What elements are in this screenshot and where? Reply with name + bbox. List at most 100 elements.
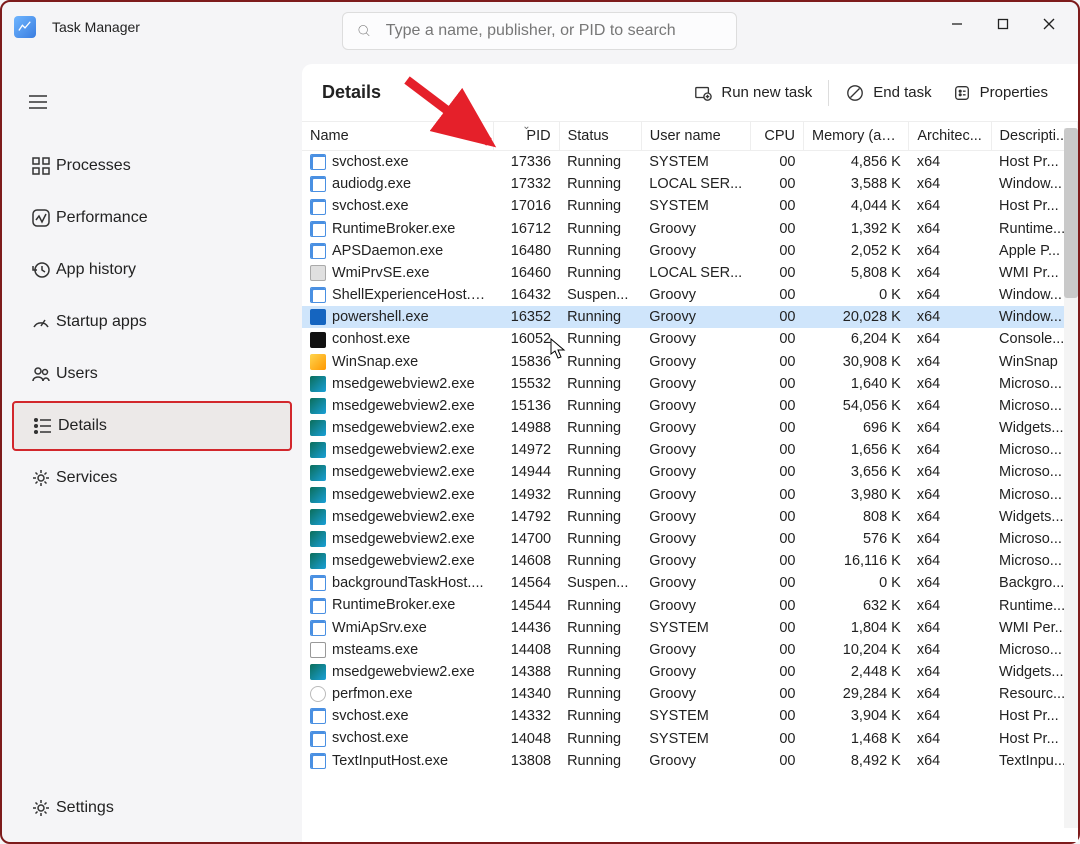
table-row[interactable]: msedgewebview2.exe14988RunningGroovy0069… xyxy=(302,417,1078,439)
cell-user: Groovy xyxy=(641,639,751,661)
properties-button[interactable]: Properties xyxy=(942,77,1058,109)
table-row[interactable]: msedgewebview2.exe14700RunningGroovy0057… xyxy=(302,528,1078,550)
table-row[interactable]: TextInputHost.exe13808RunningGroovy008,4… xyxy=(302,750,1078,772)
toolbar: Details Run new task End task Properties xyxy=(302,64,1078,122)
cell-arch: x64 xyxy=(909,240,991,262)
table-row[interactable]: perfmon.exe14340RunningGroovy0029,284 Kx… xyxy=(302,683,1078,705)
cell-memory: 6,204 K xyxy=(804,328,909,350)
search-box[interactable] xyxy=(342,12,737,50)
cell-status: Running xyxy=(559,306,641,328)
table-row[interactable]: msedgewebview2.exe14608RunningGroovy0016… xyxy=(302,550,1078,572)
table-row[interactable]: WinSnap.exe15836RunningGroovy0030,908 Kx… xyxy=(302,351,1078,373)
table-row[interactable]: WmiPrvSE.exe16460RunningLOCAL SER...005,… xyxy=(302,262,1078,284)
cell-name: msedgewebview2.exe xyxy=(302,528,494,550)
table-row[interactable]: svchost.exe14048RunningSYSTEM001,468 Kx6… xyxy=(302,727,1078,749)
cell-name: svchost.exe xyxy=(302,195,494,217)
table-row[interactable]: msedgewebview2.exe14972RunningGroovy001,… xyxy=(302,439,1078,461)
col-name[interactable]: Name xyxy=(302,122,494,151)
button-label: Properties xyxy=(980,84,1048,101)
cell-pid: 16480 xyxy=(494,240,559,262)
app-title: Task Manager xyxy=(52,19,140,35)
run-icon xyxy=(693,83,713,103)
col-memory[interactable]: Memory (ac... xyxy=(804,122,909,151)
table-row[interactable]: msteams.exe14408RunningGroovy0010,204 Kx… xyxy=(302,639,1078,661)
cell-arch: x64 xyxy=(909,351,991,373)
cell-name: msedgewebview2.exe xyxy=(302,550,494,572)
cell-cpu: 00 xyxy=(751,639,804,661)
cell-pid: 14388 xyxy=(494,661,559,683)
sidebar-item-processes[interactable]: Processes xyxy=(12,141,292,191)
search-input[interactable] xyxy=(386,22,722,40)
cell-cpu: 00 xyxy=(751,262,804,284)
cell-pid: 16712 xyxy=(494,218,559,240)
sidebar-item-services[interactable]: Services xyxy=(12,453,292,503)
process-icon xyxy=(310,531,326,547)
sidebar-item-settings[interactable]: Settings xyxy=(12,783,292,833)
sidebar-item-label: Services xyxy=(56,469,117,487)
cell-user: Groovy xyxy=(641,306,751,328)
cell-cpu: 00 xyxy=(751,705,804,727)
table-row[interactable]: audiodg.exe17332RunningLOCAL SER...003,5… xyxy=(302,173,1078,195)
cell-pid: 14932 xyxy=(494,484,559,506)
cell-user: Groovy xyxy=(641,750,751,772)
end-task-button[interactable]: End task xyxy=(835,77,941,109)
scrollbar-thumb[interactable] xyxy=(1064,128,1078,298)
search-icon xyxy=(357,23,372,39)
col-cpu[interactable]: CPU xyxy=(751,122,804,151)
cell-memory: 1,640 K xyxy=(804,373,909,395)
cell-name: backgroundTaskHost.... xyxy=(302,572,494,594)
cell-name: svchost.exe xyxy=(302,705,494,727)
process-icon xyxy=(310,420,326,436)
table-row[interactable]: svchost.exe17336RunningSYSTEM004,856 Kx6… xyxy=(302,151,1078,174)
cell-arch: x64 xyxy=(909,439,991,461)
cell-arch: x64 xyxy=(909,395,991,417)
cell-name: RuntimeBroker.exe xyxy=(302,594,494,616)
table-row[interactable]: msedgewebview2.exe15136RunningGroovy0054… xyxy=(302,395,1078,417)
table-row[interactable]: svchost.exe14332RunningSYSTEM003,904 Kx6… xyxy=(302,705,1078,727)
cell-cpu: 00 xyxy=(751,351,804,373)
table-row[interactable]: svchost.exe17016RunningSYSTEM004,044 Kx6… xyxy=(302,195,1078,217)
table-row[interactable]: WmiApSrv.exe14436RunningSYSTEM001,804 Kx… xyxy=(302,617,1078,639)
col-status[interactable]: Status xyxy=(559,122,641,151)
table-row[interactable]: msedgewebview2.exe14944RunningGroovy003,… xyxy=(302,461,1078,483)
sidebar-item-startup[interactable]: Startup apps xyxy=(12,297,292,347)
cell-user: Groovy xyxy=(641,351,751,373)
table-row[interactable]: ShellExperienceHost.e...16432Suspen...Gr… xyxy=(302,284,1078,306)
maximize-button[interactable] xyxy=(980,6,1026,42)
cell-status: Running xyxy=(559,218,641,240)
table-row[interactable]: msedgewebview2.exe14932RunningGroovy003,… xyxy=(302,484,1078,506)
sidebar-item-users[interactable]: Users xyxy=(12,349,292,399)
cell-name: msteams.exe xyxy=(302,639,494,661)
cell-user: Groovy xyxy=(641,594,751,616)
col-arch[interactable]: Architec... xyxy=(909,122,991,151)
process-icon xyxy=(310,176,326,192)
table-row[interactable]: powershell.exe16352RunningGroovy0020,028… xyxy=(302,306,1078,328)
cell-cpu: 00 xyxy=(751,484,804,506)
cell-cpu: 00 xyxy=(751,439,804,461)
cell-user: Groovy xyxy=(641,240,751,262)
cell-pid: 14988 xyxy=(494,417,559,439)
table-row[interactable]: msedgewebview2.exe15532RunningGroovy001,… xyxy=(302,373,1078,395)
table-row[interactable]: APSDaemon.exe16480RunningGroovy002,052 K… xyxy=(302,240,1078,262)
col-pid[interactable]: PID⌄ xyxy=(494,122,559,151)
cell-memory: 20,028 K xyxy=(804,306,909,328)
cell-user: Groovy xyxy=(641,395,751,417)
sidebar-item-details[interactable]: Details xyxy=(12,401,292,451)
run-new-task-button[interactable]: Run new task xyxy=(683,77,822,109)
vertical-scrollbar[interactable] xyxy=(1064,128,1078,828)
table-row[interactable]: RuntimeBroker.exe14544RunningGroovy00632… xyxy=(302,594,1078,616)
cell-cpu: 00 xyxy=(751,461,804,483)
table-row[interactable]: msedgewebview2.exe14388RunningGroovy002,… xyxy=(302,661,1078,683)
table-row[interactable]: RuntimeBroker.exe16712RunningGroovy001,3… xyxy=(302,218,1078,240)
table-row[interactable]: conhost.exe16052RunningGroovy006,204 Kx6… xyxy=(302,328,1078,350)
hamburger-button[interactable] xyxy=(18,82,58,122)
col-user[interactable]: User name xyxy=(641,122,751,151)
close-button[interactable] xyxy=(1026,6,1072,42)
sidebar-item-performance[interactable]: Performance xyxy=(12,193,292,243)
cell-status: Running xyxy=(559,351,641,373)
minimize-button[interactable] xyxy=(934,6,980,42)
table-row[interactable]: backgroundTaskHost....14564Suspen...Groo… xyxy=(302,572,1078,594)
sidebar-item-apphistory[interactable]: App history xyxy=(12,245,292,295)
cell-name: svchost.exe xyxy=(302,151,494,174)
table-row[interactable]: msedgewebview2.exe14792RunningGroovy0080… xyxy=(302,506,1078,528)
